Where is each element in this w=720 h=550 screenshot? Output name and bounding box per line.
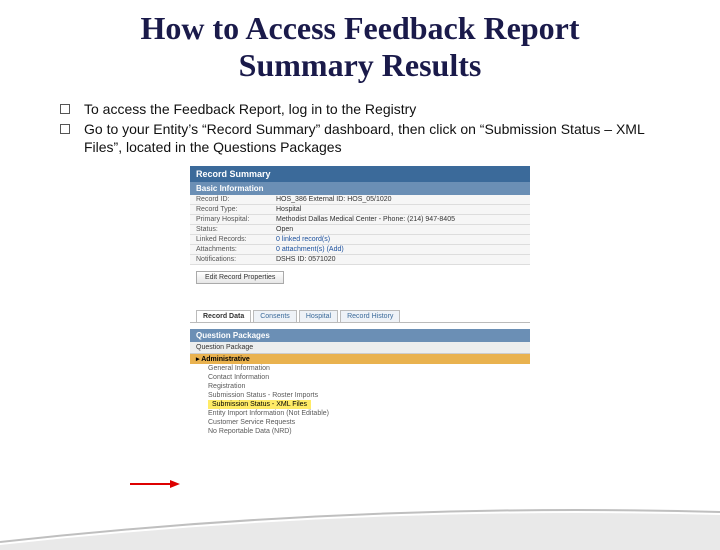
embedded-screenshot: Record Summary Basic Information Record … [190,166,530,440]
question-packages-header: Question Packages [190,329,530,342]
tab-bar: Record Data Consents Hospital Record His… [190,310,530,323]
qp-item[interactable]: Customer Service Requests [208,418,530,427]
bullet-text: To access the Feedback Report, log in to… [84,100,416,118]
slide-title: How to Access Feedback Report Summary Re… [0,10,720,84]
qp-item[interactable]: Entity Import Information (Not Editable) [208,409,530,418]
tab-consents[interactable]: Consents [253,310,297,322]
decorative-swoosh [0,500,720,550]
tab-record-history[interactable]: Record History [340,310,400,322]
bullet-text: Go to your Entity’s “Record Summary” das… [84,120,670,156]
qp-item[interactable]: Submission Status - Roster Imports [208,391,530,400]
tab-hospital[interactable]: Hospital [299,310,338,322]
edit-record-button[interactable]: Edit Record Properties [196,271,284,284]
question-package-list: General Information Contact Information … [190,364,530,440]
basic-info-header: Basic Information [190,182,530,195]
qp-item[interactable]: Registration [208,382,530,391]
bullet-list: To access the Feedback Report, log in to… [60,100,670,157]
qp-item-highlighted[interactable]: Submission Status - XML Files [208,400,311,409]
tab-record-data[interactable]: Record Data [196,310,251,322]
record-summary-header: Record Summary [190,166,530,182]
qp-item[interactable]: General Information [208,364,530,373]
red-arrow-icon [130,479,180,489]
qp-item[interactable]: No Reportable Data (NRD) [208,427,530,436]
basic-info-table: Record ID:HOS_386 External ID: HOS_05/10… [190,195,530,265]
question-package-column: Question Package [190,342,530,354]
bullet-icon [60,104,70,114]
administrative-group[interactable]: ▸ Administrative [190,354,530,364]
bullet-icon [60,124,70,134]
qp-item[interactable]: Contact Information [208,373,530,382]
